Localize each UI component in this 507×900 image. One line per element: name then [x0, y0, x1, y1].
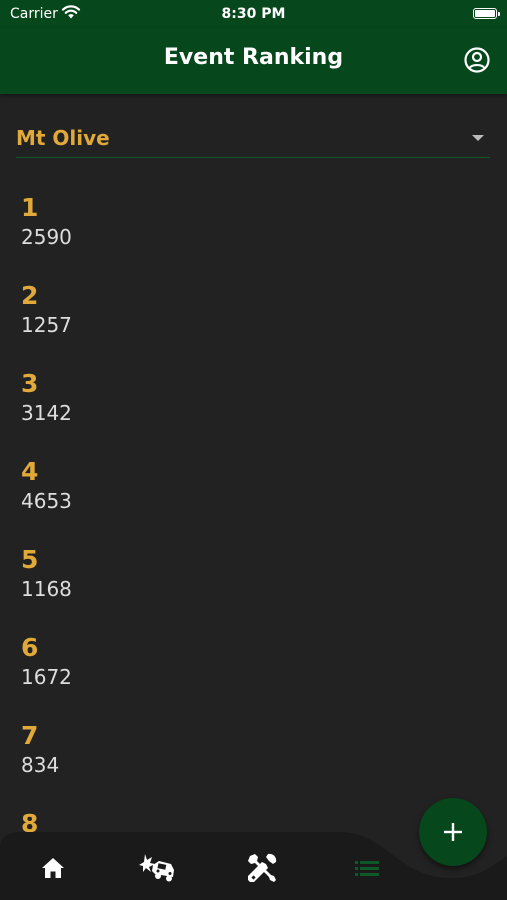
plus-icon: [444, 823, 462, 841]
event-dropdown-value: Mt Olive: [16, 126, 110, 150]
car-crash-icon: [139, 854, 174, 882]
ranking-list-item[interactable]: 1 2590: [21, 192, 481, 280]
team-number: 3142: [21, 401, 72, 425]
nav-car-crash[interactable]: [135, 846, 179, 890]
team-number: 1257: [21, 313, 72, 337]
ranking-list-item[interactable]: 2 1257: [21, 280, 481, 368]
team-number: 1168: [21, 577, 72, 601]
page-title: Event Ranking: [163, 45, 344, 70]
tools-icon: [248, 853, 277, 882]
ranking-list: 1 2590 2 1257 3 3142 4 4653 5 1168 6 167…: [21, 192, 481, 896]
team-number: 2590: [21, 225, 72, 249]
ranking-list-item[interactable]: 3 3142: [21, 368, 481, 456]
event-dropdown[interactable]: Mt Olive: [16, 120, 490, 158]
rank-number: 2: [21, 281, 39, 310]
rank-number: 1: [21, 193, 39, 222]
status-bar: Carrier 8:30 PM: [0, 0, 507, 28]
list-icon: [355, 861, 379, 876]
rank-number: 4: [21, 457, 39, 486]
nav-home[interactable]: [31, 846, 75, 890]
battery-icon: [473, 8, 500, 19]
team-number: 834: [21, 753, 60, 777]
clock: 8:30 PM: [221, 6, 286, 22]
ranking-list-item[interactable]: 4 4653: [21, 456, 481, 544]
ranking-list-item[interactable]: 7 834: [21, 720, 481, 808]
rank-number: 3: [21, 369, 39, 398]
rank-number: 5: [21, 545, 39, 574]
app-bar: Event Ranking: [0, 28, 507, 94]
ranking-list-item[interactable]: 5 1168: [21, 544, 481, 632]
home-icon: [42, 858, 64, 878]
team-number: 1672: [21, 665, 72, 689]
nav-tools[interactable]: [240, 846, 284, 890]
ranking-list-item[interactable]: 6 1672: [21, 632, 481, 720]
nav-rankings[interactable]: [345, 846, 389, 890]
rank-number: 6: [21, 633, 39, 662]
dropdown-arrow-icon: [472, 135, 484, 141]
team-number: 4653: [21, 489, 72, 513]
add-fab-button[interactable]: [419, 798, 487, 866]
rank-number: 7: [21, 721, 39, 750]
account-circle-icon[interactable]: [463, 46, 491, 74]
